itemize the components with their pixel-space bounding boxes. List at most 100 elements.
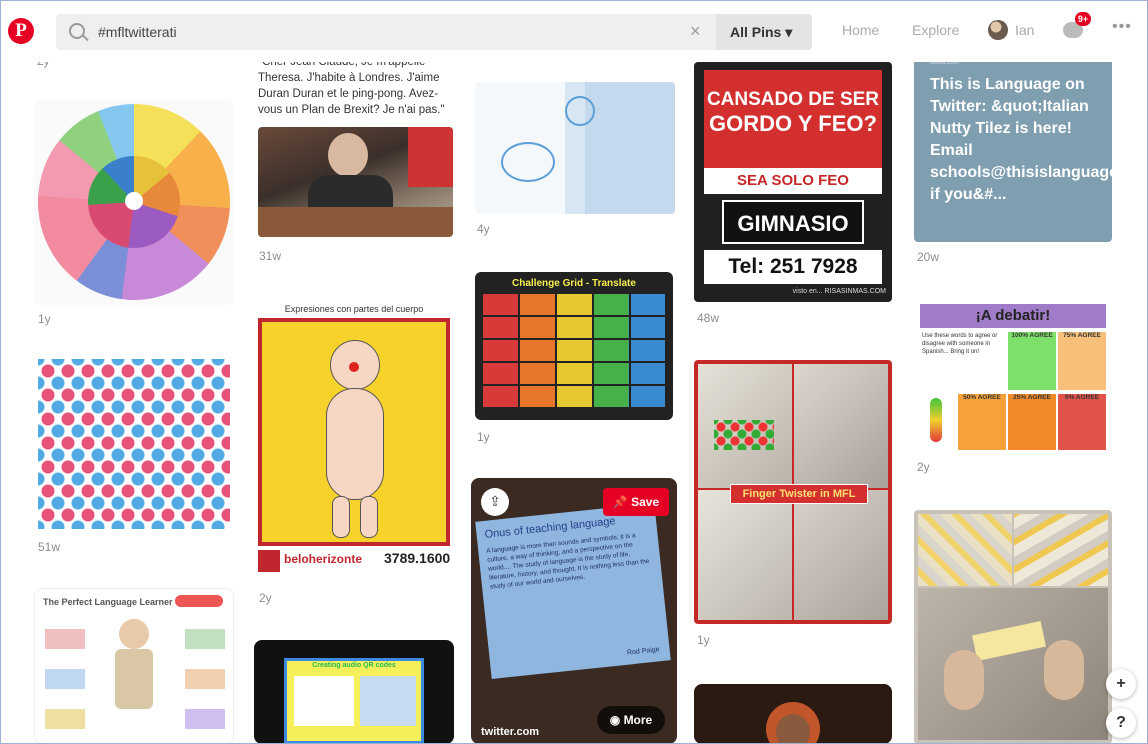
search-input[interactable]: #mfltwitterati — [98, 24, 177, 40]
pin-qr-codes[interactable]: Creating audio QR codes — [254, 640, 454, 744]
pin-teaching-slide[interactable]: Onus of teaching language A language is … — [471, 478, 677, 744]
twister-photo-4 — [794, 490, 888, 620]
avatar[interactable] — [988, 20, 1008, 40]
pin-may-photo[interactable] — [258, 127, 453, 237]
pin-portrait[interactable] — [694, 684, 892, 744]
pin-a-debatir[interactable]: ¡A debatir! Use these words to agree or … — [914, 300, 1112, 452]
grid-title: Challenge Grid - Translate — [512, 278, 636, 289]
pin-finger-twister[interactable]: Finger Twister in MFL — [694, 360, 892, 624]
learner-tips-left — [45, 629, 85, 729]
photo-desk — [258, 207, 453, 237]
pin-challenge-grid[interactable]: Challenge Grid - Translate — [475, 272, 673, 420]
pin-icon: 📌 — [612, 495, 632, 509]
body-footer-brand: beloherizonte — [284, 552, 363, 566]
search-scope-dropdown[interactable]: All Pins ▾ — [716, 14, 812, 50]
learner-logo — [175, 595, 223, 607]
portrait-face — [776, 714, 810, 744]
bird-shirt — [585, 82, 675, 214]
pin-age: 4y — [477, 222, 490, 236]
more-dot-icon: ◉ — [609, 713, 624, 727]
debate-25: 25% AGREE — [1008, 394, 1056, 450]
pin-age: 48w — [697, 311, 720, 325]
clear-search-icon[interactable]: × — [690, 21, 701, 42]
lang-text: This is Language on Twitter: &quot;Itali… — [930, 76, 1112, 203]
emoji-grid-image — [38, 359, 230, 529]
twister-label: Finger Twister in MFL — [730, 484, 868, 504]
pin-language-twitter[interactable]: twitter.com This is Language on Twitter:… — [914, 56, 1112, 242]
gym-line3: SEA SOLO FEO — [704, 168, 882, 194]
debate-75: 75% AGREE — [1058, 332, 1106, 390]
photo-flag — [408, 127, 453, 187]
emotion-wheel-center — [125, 192, 143, 210]
save-button[interactable]: 📌 Save — [603, 488, 669, 516]
pin-twitter-bird[interactable] — [475, 82, 675, 214]
gym-phone: Tel: 251 7928 — [704, 250, 882, 284]
pin-emoji-chart[interactable] — [34, 355, 234, 533]
pin-source[interactable]: twitter.com — [481, 726, 539, 738]
body-footer-phone: 3789.1600 — [384, 550, 451, 566]
body-nose — [349, 362, 359, 372]
pin-tile-activity[interactable] — [914, 510, 1112, 744]
qr-panel-right — [360, 676, 416, 726]
body-title: Expresiones con partes del cuerpo — [284, 304, 424, 314]
body-leg-right — [360, 496, 378, 538]
twister-dots — [714, 420, 774, 450]
pin-age: 2y — [259, 591, 272, 605]
grid-lines — [483, 294, 665, 408]
pin-age: 31w — [259, 249, 282, 263]
tiles-hand-left — [944, 650, 984, 710]
pin-age: 1y — [38, 312, 51, 326]
bird-drawing-body — [501, 142, 555, 182]
debate-100: 100% AGREE — [1008, 332, 1056, 390]
bird-drawing-balloon — [565, 96, 595, 126]
debate-title: ¡A debatir! — [920, 304, 1106, 328]
pin-age: 51w — [38, 540, 61, 554]
debate-50: 50% AGREE — [958, 394, 1006, 450]
gym-credit: visto en... RISASINMAS.COM — [792, 288, 886, 295]
twister-photo-3 — [698, 490, 792, 620]
pin-age: 1y — [477, 430, 490, 444]
learner-body — [115, 649, 153, 709]
qr-title: Creating audio QR codes — [312, 662, 396, 669]
pin-age: 20w — [917, 250, 940, 264]
debate-0: 0% AGREE — [1058, 394, 1106, 450]
body-leg-left — [332, 496, 350, 538]
more-label: More — [623, 713, 653, 727]
help-button[interactable]: ? — [1106, 708, 1136, 738]
debate-intro: Use these words to agree or disagree wit… — [922, 333, 998, 355]
twister-photo-2 — [794, 364, 888, 488]
gym-line2: GORDO Y FEO? — [709, 111, 877, 136]
search-icon — [69, 23, 85, 39]
pin-age: 2y — [917, 460, 930, 474]
profile-name[interactable]: Ian — [1015, 22, 1034, 38]
pinterest-logo[interactable]: P — [8, 18, 34, 44]
save-label: Save — [631, 495, 660, 509]
pin-body-parts[interactable]: Expresiones con partes del cuerpo belohe… — [254, 300, 454, 580]
gym-sign-top: CANSADO DE SER GORDO Y FEO? — [704, 70, 882, 168]
tiles-photo-2 — [1014, 514, 1108, 586]
pin-age: 1y — [697, 633, 710, 647]
slide-author: Rod Paige — [626, 646, 660, 657]
more-button[interactable]: ◉ More — [597, 706, 665, 734]
learner-head — [119, 619, 149, 649]
pin-caption: "Cher Jean Claude, Je m'appelle Theresa.… — [258, 56, 445, 116]
top-bar: P #mfltwitterati × All Pins ▾ Home Explo… — [0, 0, 1148, 62]
learner-tips-right — [185, 629, 225, 729]
nav-home[interactable]: Home — [842, 22, 879, 38]
learner-title: The Perfect Language Learner — [43, 597, 173, 607]
qr-panel-left — [294, 676, 354, 726]
pin-perfect-learner[interactable]: The Perfect Language Learner — [34, 588, 234, 744]
share-icon[interactable]: ⇪ — [481, 488, 509, 516]
add-pin-button[interactable]: + — [1106, 669, 1136, 699]
pin-emotion-wheel[interactable] — [34, 100, 234, 305]
pin-gym-sign[interactable]: CANSADO DE SER GORDO Y FEO? SEA SOLO FEO… — [694, 62, 892, 302]
tiles-photo-1 — [918, 514, 1012, 586]
nav-explore[interactable]: Explore — [912, 22, 959, 38]
body-torso — [326, 388, 384, 500]
slide-text: A language is more than sounds and symbo… — [486, 532, 650, 591]
search-bar[interactable]: #mfltwitterati × All Pins ▾ — [56, 14, 812, 50]
more-options-icon[interactable]: ••• — [1112, 18, 1132, 36]
body-footer-logo — [258, 550, 280, 572]
tiles-hand-right — [1044, 640, 1084, 700]
photo-face — [328, 133, 368, 177]
